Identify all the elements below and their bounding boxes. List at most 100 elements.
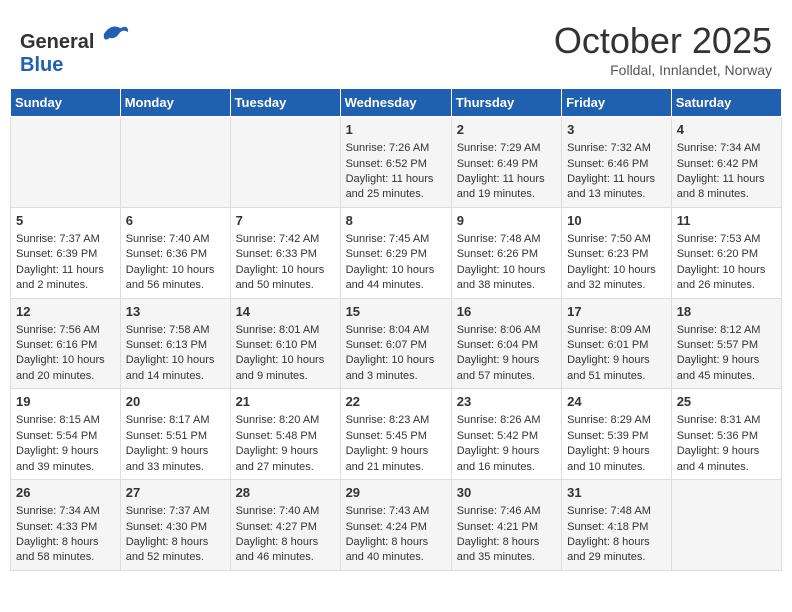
day-info: Sunrise: 8:15 AM [16,413,115,428]
calendar-cell: 6Sunrise: 7:40 AMSunset: 6:36 PMDaylight… [120,207,230,298]
day-info: Sunset: 6:26 PM [457,247,556,262]
day-info: Sunset: 5:36 PM [677,429,776,444]
day-info: Daylight: 9 hours and 51 minutes. [567,353,666,384]
day-info: Sunrise: 7:34 AM [16,504,115,519]
calendar-week-2: 5Sunrise: 7:37 AMSunset: 6:39 PMDaylight… [11,207,782,298]
calendar-cell: 14Sunrise: 8:01 AMSunset: 6:10 PMDayligh… [230,298,340,389]
day-info: Daylight: 10 hours and 9 minutes. [236,353,335,384]
calendar-cell: 10Sunrise: 7:50 AMSunset: 6:23 PMDayligh… [562,207,672,298]
day-info: Daylight: 11 hours and 8 minutes. [677,172,776,203]
day-info: Daylight: 9 hours and 57 minutes. [457,353,556,384]
day-info: Sunset: 6:39 PM [16,247,115,262]
day-info: Sunrise: 7:32 AM [567,141,666,156]
day-info: Sunrise: 8:26 AM [457,413,556,428]
calendar-cell: 5Sunrise: 7:37 AMSunset: 6:39 PMDaylight… [11,207,121,298]
calendar-cell: 1Sunrise: 7:26 AMSunset: 6:52 PMDaylight… [340,117,451,208]
day-info: Sunset: 6:49 PM [457,157,556,172]
day-info: Sunset: 6:46 PM [567,157,666,172]
day-info: Sunset: 5:48 PM [236,429,335,444]
calendar-cell: 20Sunrise: 8:17 AMSunset: 5:51 PMDayligh… [120,389,230,480]
day-number: 30 [457,484,556,502]
day-number: 25 [677,393,776,411]
location: Folldal, Innlandet, Norway [554,62,772,78]
calendar-cell: 19Sunrise: 8:15 AMSunset: 5:54 PMDayligh… [11,389,121,480]
day-info: Sunset: 5:57 PM [677,338,776,353]
day-number: 18 [677,303,776,321]
day-info: Sunrise: 8:01 AM [236,323,335,338]
day-info: Sunrise: 7:29 AM [457,141,556,156]
calendar-cell: 29Sunrise: 7:43 AMSunset: 4:24 PMDayligh… [340,480,451,571]
day-number: 22 [346,393,446,411]
calendar-body: 1Sunrise: 7:26 AMSunset: 6:52 PMDaylight… [11,117,782,571]
day-info: Sunrise: 7:40 AM [126,232,225,247]
day-number: 5 [16,212,115,230]
day-info: Daylight: 9 hours and 39 minutes. [16,444,115,475]
day-header-thursday: Thursday [451,89,561,117]
title-block: October 2025 Folldal, Innlandet, Norway [554,20,772,78]
day-number: 10 [567,212,666,230]
day-info: Daylight: 10 hours and 26 minutes. [677,263,776,294]
day-number: 13 [126,303,225,321]
day-header-wednesday: Wednesday [340,89,451,117]
day-info: Sunrise: 7:43 AM [346,504,446,519]
day-number: 2 [457,121,556,139]
day-info: Sunrise: 7:34 AM [677,141,776,156]
calendar-week-4: 19Sunrise: 8:15 AMSunset: 5:54 PMDayligh… [11,389,782,480]
day-info: Sunset: 6:16 PM [16,338,115,353]
calendar-cell [230,117,340,208]
day-info: Daylight: 10 hours and 50 minutes. [236,263,335,294]
day-info: Sunrise: 7:58 AM [126,323,225,338]
day-info: Sunset: 5:39 PM [567,429,666,444]
calendar-cell [11,117,121,208]
day-header-tuesday: Tuesday [230,89,340,117]
day-info: Sunset: 6:13 PM [126,338,225,353]
day-info: Sunrise: 8:20 AM [236,413,335,428]
day-info: Daylight: 9 hours and 45 minutes. [677,353,776,384]
day-number: 24 [567,393,666,411]
day-number: 21 [236,393,335,411]
days-header-row: SundayMondayTuesdayWednesdayThursdayFrid… [11,89,782,117]
day-info: Sunset: 5:42 PM [457,429,556,444]
day-number: 8 [346,212,446,230]
day-info: Sunrise: 8:04 AM [346,323,446,338]
day-header-monday: Monday [120,89,230,117]
calendar-cell: 3Sunrise: 7:32 AMSunset: 6:46 PMDaylight… [562,117,672,208]
calendar-week-3: 12Sunrise: 7:56 AMSunset: 6:16 PMDayligh… [11,298,782,389]
day-info: Daylight: 8 hours and 35 minutes. [457,535,556,566]
day-info: Sunrise: 8:17 AM [126,413,225,428]
day-number: 19 [16,393,115,411]
day-number: 16 [457,303,556,321]
day-info: Sunset: 4:24 PM [346,520,446,535]
day-info: Sunset: 6:04 PM [457,338,556,353]
day-info: Sunrise: 7:42 AM [236,232,335,247]
calendar-cell: 27Sunrise: 7:37 AMSunset: 4:30 PMDayligh… [120,480,230,571]
day-info: Daylight: 9 hours and 16 minutes. [457,444,556,475]
day-info: Daylight: 8 hours and 29 minutes. [567,535,666,566]
calendar-week-5: 26Sunrise: 7:34 AMSunset: 4:33 PMDayligh… [11,480,782,571]
day-number: 4 [677,121,776,139]
day-info: Daylight: 10 hours and 3 minutes. [346,353,446,384]
logo-general: General [20,31,94,53]
day-info: Sunrise: 8:29 AM [567,413,666,428]
day-info: Sunset: 4:30 PM [126,520,225,535]
day-info: Daylight: 11 hours and 13 minutes. [567,172,666,203]
calendar-cell: 4 Sunrise: 7:34 AMSunset: 6:42 PMDaylight… [671,117,781,208]
day-info: Daylight: 10 hours and 32 minutes. [567,263,666,294]
day-info: Daylight: 11 hours and 2 minutes. [16,263,115,294]
day-info: Daylight: 10 hours and 44 minutes. [346,263,446,294]
calendar-cell: 9Sunrise: 7:48 AMSunset: 6:26 PMDaylight… [451,207,561,298]
calendar-table: SundayMondayTuesdayWednesdayThursdayFrid… [10,88,782,571]
day-number: 20 [126,393,225,411]
day-info: Sunset: 6:36 PM [126,247,225,262]
day-info: Daylight: 9 hours and 10 minutes. [567,444,666,475]
calendar-cell: 15Sunrise: 8:04 AMSunset: 6:07 PMDayligh… [340,298,451,389]
day-info: Sunrise: 8:12 AM [677,323,776,338]
day-info: Daylight: 10 hours and 14 minutes. [126,353,225,384]
day-info: Daylight: 10 hours and 20 minutes. [16,353,115,384]
day-info: Sunrise: 7:26 AM [346,141,446,156]
calendar-cell: 22Sunrise: 8:23 AMSunset: 5:45 PMDayligh… [340,389,451,480]
day-info: Sunset: 6:20 PM [677,247,776,262]
logo-bird-icon [102,20,130,48]
day-info: Sunset: 6:42 PM [677,157,776,172]
logo: General Blue [20,20,130,76]
